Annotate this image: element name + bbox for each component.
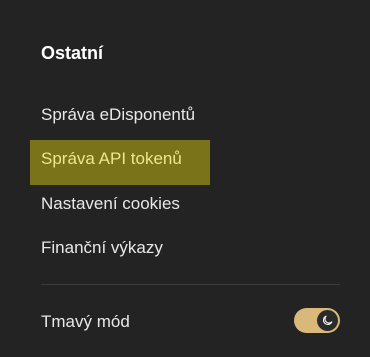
- section-title: Ostatní: [41, 43, 104, 63]
- menu-item-api-tokens[interactable]: Správa API tokenů: [30, 140, 210, 185]
- menu-item-edisponents[interactable]: Správa eDisponentů: [41, 104, 195, 126]
- dark-mode-label: Tmavý mód: [41, 312, 130, 331]
- menu-item-api-tokens-label: Správa API tokenů: [41, 149, 182, 168]
- moon-icon: [322, 315, 333, 326]
- menu-item-financial-reports[interactable]: Finanční výkazy: [41, 237, 163, 259]
- dark-mode-toggle[interactable]: [294, 308, 340, 333]
- menu-item-cookies[interactable]: Nastavení cookies: [41, 193, 180, 215]
- other-settings-panel: Ostatní Správa eDisponentů Správa API to…: [0, 0, 370, 357]
- divider: [41, 284, 340, 285]
- toggle-knob: [317, 310, 338, 331]
